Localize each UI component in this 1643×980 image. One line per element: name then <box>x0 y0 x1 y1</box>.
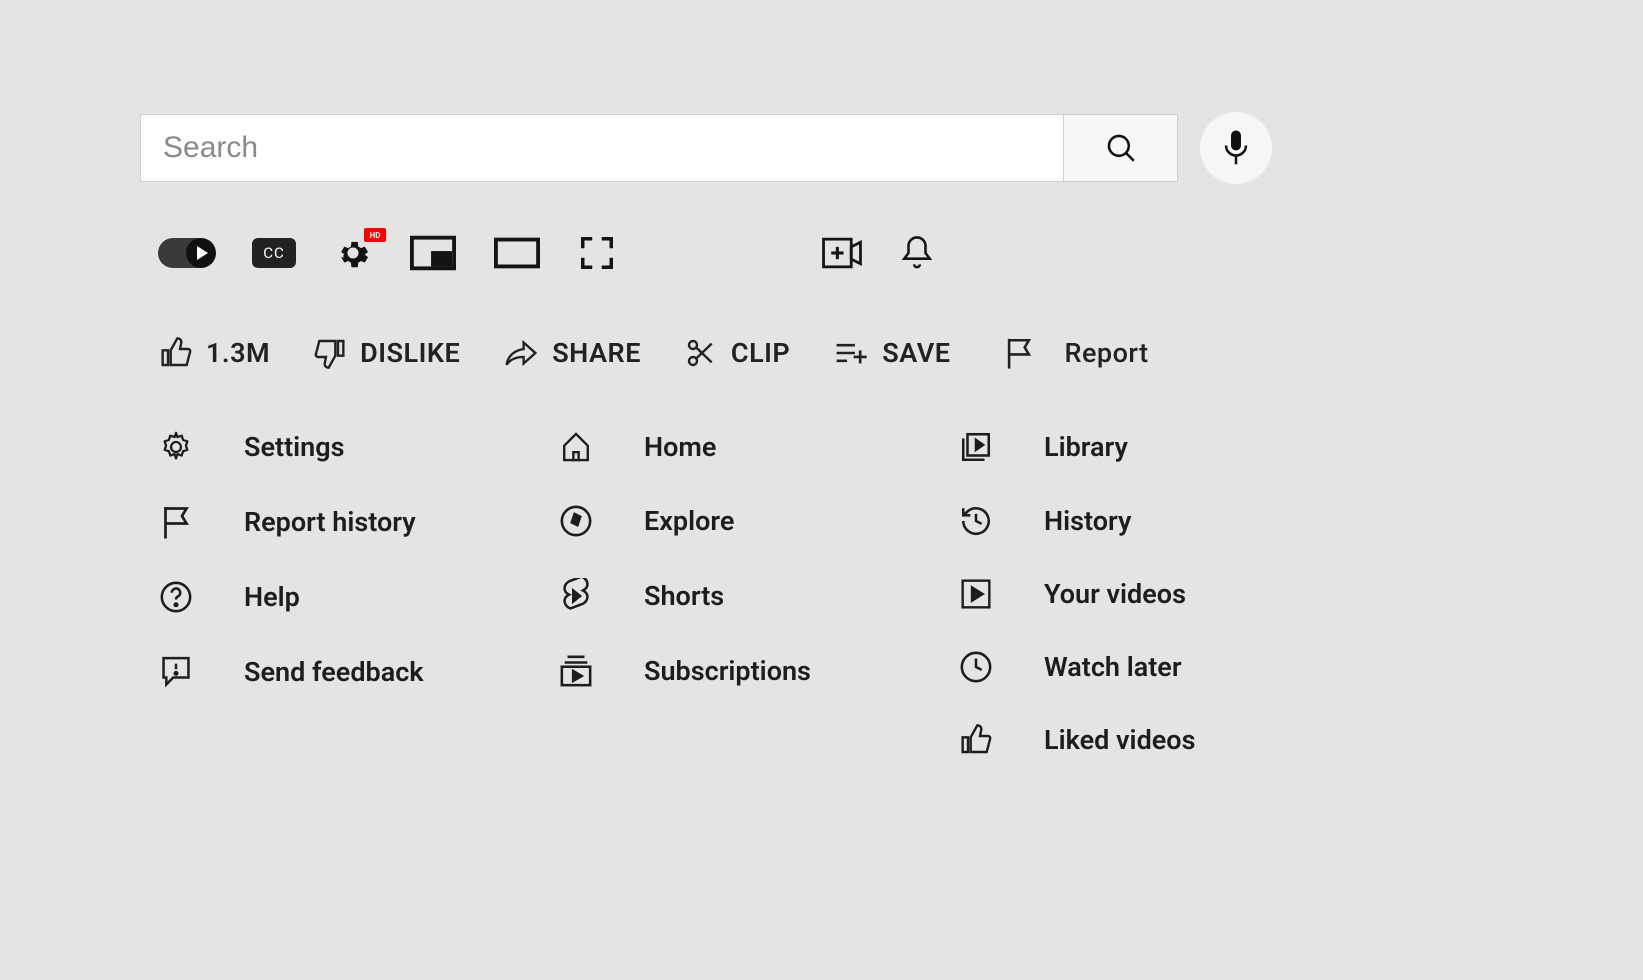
thumbs-down-icon <box>314 337 346 369</box>
clip-button[interactable]: CLIP <box>685 337 790 369</box>
share-icon <box>504 339 538 367</box>
like-button[interactable]: 1.3M <box>160 337 270 369</box>
search-input[interactable] <box>140 114 1064 182</box>
search-icon <box>1104 131 1138 165</box>
nav-watch-later[interactable]: Watch later <box>958 650 1288 684</box>
hd-badge: HD <box>364 228 386 242</box>
thumbs-up-icon <box>958 724 994 756</box>
playlist-add-icon <box>834 339 868 367</box>
flag-icon <box>1004 336 1034 370</box>
share-button[interactable]: SHARE <box>504 337 641 369</box>
save-button[interactable]: SAVE <box>834 337 950 369</box>
nav-label: Shorts <box>644 580 724 612</box>
history-icon <box>958 504 994 538</box>
dislike-button[interactable]: DISLIKE <box>314 337 460 369</box>
home-icon <box>558 430 594 464</box>
thumbs-up-icon <box>160 337 192 369</box>
clock-icon <box>958 650 994 684</box>
search-button[interactable] <box>1064 114 1178 182</box>
nav-label: Your videos <box>1044 578 1186 610</box>
nav-label: Explore <box>644 505 734 537</box>
play-icon <box>197 246 208 260</box>
nav-label: Home <box>644 431 716 463</box>
nav-label: Subscriptions <box>644 655 811 687</box>
navigation-section: Settings Report history Help <box>140 430 1503 756</box>
subscriptions-icon <box>558 654 594 688</box>
play-square-icon <box>958 578 994 610</box>
nav-shorts[interactable]: Shorts <box>558 578 888 614</box>
nav-home[interactable]: Home <box>558 430 888 464</box>
nav-label: History <box>1044 505 1131 537</box>
theater-mode-button[interactable] <box>494 237 540 269</box>
nav-label: Help <box>244 581 300 613</box>
nav-history[interactable]: History <box>958 504 1288 538</box>
video-actions-row: 1.3M DISLIKE SHARE CLIP <box>140 336 1503 370</box>
feedback-icon <box>158 654 194 690</box>
search-row <box>140 112 1503 184</box>
dislike-label: DISLIKE <box>360 337 460 369</box>
notifications-button[interactable] <box>900 234 934 272</box>
nav-column-3: Library History Your videos <box>958 430 1288 756</box>
nav-column-1: Settings Report history Help <box>158 430 488 756</box>
player-settings-button[interactable]: HD <box>334 234 372 272</box>
report-label: Report <box>1064 337 1148 369</box>
clip-label: CLIP <box>731 337 790 369</box>
report-button[interactable]: Report <box>1004 336 1148 370</box>
autoplay-toggle[interactable] <box>158 238 214 268</box>
nav-label: Watch later <box>1044 651 1182 683</box>
miniplayer-button[interactable] <box>410 235 456 271</box>
shorts-icon <box>558 578 594 614</box>
nav-label: Report history <box>244 506 416 538</box>
save-label: SAVE <box>882 337 950 369</box>
nav-settings[interactable]: Settings <box>158 430 488 464</box>
nav-label: Settings <box>244 431 345 463</box>
cc-label: CC <box>263 244 285 262</box>
nav-column-2: Home Explore Shorts <box>558 430 888 756</box>
fullscreen-button[interactable] <box>578 234 616 272</box>
create-button[interactable] <box>822 237 862 269</box>
nav-label: Liked videos <box>1044 724 1195 756</box>
player-controls-row: CC HD <box>140 234 1503 272</box>
library-icon <box>958 430 994 464</box>
captions-button[interactable]: CC <box>252 238 296 268</box>
compass-icon <box>558 504 594 538</box>
nav-library[interactable]: Library <box>958 430 1288 464</box>
help-icon <box>158 580 194 614</box>
flag-icon <box>158 504 194 540</box>
gear-icon <box>158 430 194 464</box>
nav-label: Library <box>1044 431 1128 463</box>
nav-explore[interactable]: Explore <box>558 504 888 538</box>
nav-send-feedback[interactable]: Send feedback <box>158 654 488 690</box>
nav-report-history[interactable]: Report history <box>158 504 488 540</box>
like-count: 1.3M <box>206 337 270 369</box>
scissors-icon <box>685 337 717 369</box>
nav-help[interactable]: Help <box>158 580 488 614</box>
search-container <box>140 114 1178 182</box>
microphone-icon <box>1221 129 1251 167</box>
share-label: SHARE <box>552 337 641 369</box>
nav-liked-videos[interactable]: Liked videos <box>958 724 1288 756</box>
nav-label: Send feedback <box>244 656 424 688</box>
nav-your-videos[interactable]: Your videos <box>958 578 1288 610</box>
voice-search-button[interactable] <box>1200 112 1272 184</box>
nav-subscriptions[interactable]: Subscriptions <box>558 654 888 688</box>
